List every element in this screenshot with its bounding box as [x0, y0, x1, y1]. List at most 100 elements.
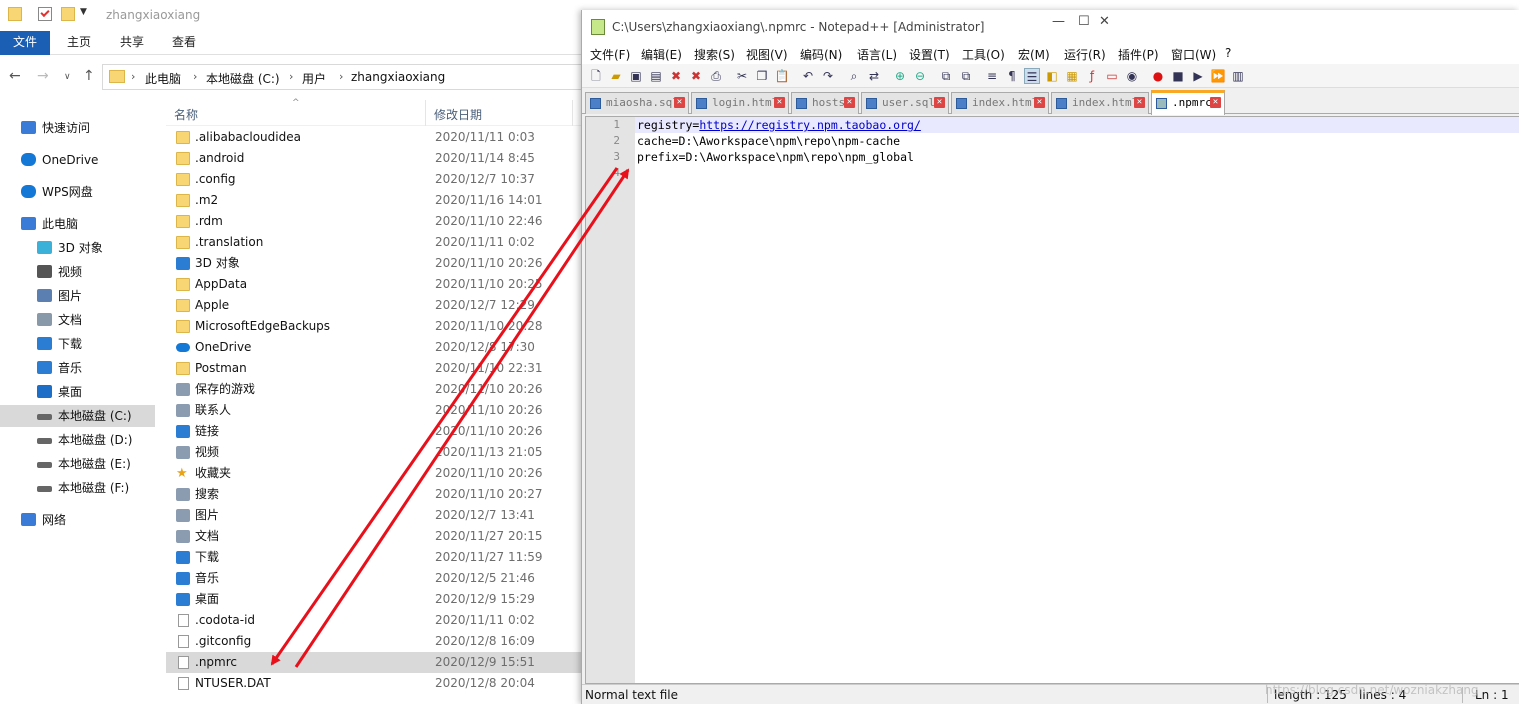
- editor-tab[interactable]: index.html ✕: [1051, 92, 1149, 114]
- editor-tab[interactable]: .npmrc ✕: [1151, 90, 1225, 115]
- stop-record-icon[interactable]: ■: [1170, 68, 1186, 84]
- menu-item[interactable]: 设置(T): [909, 46, 950, 63]
- file-row[interactable]: NTUSER.DAT 2020/12/8 20:04: [166, 673, 581, 694]
- recent-chevron-icon[interactable]: ∨: [64, 72, 71, 82]
- menu-item[interactable]: ?: [1225, 46, 1231, 60]
- breadcrumb-user-folder[interactable]: zhangxiaoxiang: [351, 70, 445, 84]
- nav-item[interactable]: 视频: [0, 261, 155, 283]
- menu-item[interactable]: 编码(N): [800, 46, 842, 63]
- nav-item[interactable]: 音乐: [0, 357, 155, 379]
- close-file-icon[interactable]: ✖: [668, 68, 684, 84]
- tab-close-icon[interactable]: ✕: [934, 97, 945, 108]
- file-row[interactable]: .rdm 2020/11/10 22:46: [166, 211, 581, 232]
- file-row[interactable]: MicrosoftEdgeBackups 2020/11/10 20:28: [166, 316, 581, 337]
- file-row[interactable]: OneDrive 2020/12/8 17:30: [166, 337, 581, 358]
- monitoring-icon[interactable]: ◉: [1124, 68, 1140, 84]
- text-editor[interactable]: 1 2 3 4 registry=https://registry.npm.taoba…: [585, 116, 1519, 684]
- tab-share[interactable]: 共享: [108, 31, 156, 55]
- column-divider[interactable]: [425, 100, 426, 126]
- back-arrow-icon[interactable]: ←: [9, 68, 21, 84]
- tab-home[interactable]: 主页: [55, 31, 103, 55]
- properties-icon[interactable]: [38, 7, 52, 21]
- nav-item[interactable]: 3D 对象: [0, 237, 155, 259]
- save-icon[interactable]: ▣: [628, 68, 644, 84]
- nav-item[interactable]: 此电脑: [0, 213, 155, 235]
- play-macro-icon[interactable]: ▶: [1190, 68, 1206, 84]
- file-row[interactable]: 视频 2020/11/13 21:05: [166, 442, 581, 463]
- file-row[interactable]: .android 2020/11/14 8:45: [166, 148, 581, 169]
- code-line[interactable]: cache=D:\Aworkspace\npm\repo\npm-cache: [637, 134, 900, 148]
- up-arrow-icon[interactable]: ↑: [83, 68, 95, 84]
- nav-item[interactable]: 文档: [0, 309, 155, 331]
- new-file-icon[interactable]: 🗋: [588, 68, 604, 84]
- minimize-icon[interactable]: —: [1052, 14, 1065, 29]
- open-file-icon[interactable]: ▰: [608, 68, 624, 84]
- editor-tab[interactable]: login.html ✕: [691, 92, 789, 114]
- zoom-in-icon[interactable]: ⊕: [892, 68, 908, 84]
- function-list-icon[interactable]: ƒ: [1084, 68, 1100, 84]
- word-wrap-icon[interactable]: ≡: [984, 68, 1000, 84]
- nav-item[interactable]: 本地磁盘 (F:): [0, 477, 155, 499]
- file-row[interactable]: 3D 对象 2020/11/10 20:26: [166, 253, 581, 274]
- file-row[interactable]: .translation 2020/11/11 0:02: [166, 232, 581, 253]
- sync-horizontal-icon[interactable]: ⧉: [958, 68, 974, 84]
- file-row[interactable]: .config 2020/12/7 10:37: [166, 169, 581, 190]
- breadcrumb-drive-c[interactable]: 本地磁盘 (C:): [206, 70, 280, 87]
- user-language-icon[interactable]: ◧: [1044, 68, 1060, 84]
- save-macro-icon[interactable]: ▥: [1230, 68, 1246, 84]
- file-row[interactable]: .alibabacloudidea 2020/11/11 0:03: [166, 127, 581, 148]
- menu-item[interactable]: 工具(O): [962, 46, 1005, 63]
- code-line[interactable]: prefix=D:\Aworkspace\npm\repo\npm_global: [637, 150, 914, 164]
- menu-item[interactable]: 文件(F): [590, 46, 630, 63]
- menu-item[interactable]: 插件(P): [1118, 46, 1159, 63]
- tab-close-icon[interactable]: ✕: [1034, 97, 1045, 108]
- tab-close-icon[interactable]: ✕: [1134, 97, 1145, 108]
- nav-item[interactable]: WPS网盘: [0, 181, 155, 203]
- editor-tab[interactable]: miaosha.sql ✕: [585, 92, 689, 114]
- show-all-chars-icon[interactable]: ¶: [1004, 68, 1020, 84]
- nav-item[interactable]: 快速访问: [0, 117, 155, 139]
- close-all-icon[interactable]: ✖: [688, 68, 704, 84]
- close-icon[interactable]: ✕: [1099, 14, 1110, 29]
- editor-tab[interactable]: user.sql ✕: [861, 92, 949, 114]
- tab-close-icon[interactable]: ✕: [674, 97, 685, 108]
- tab-file[interactable]: 文件: [0, 31, 50, 55]
- copy-icon[interactable]: ❐: [754, 68, 770, 84]
- file-row[interactable]: AppData 2020/11/10 20:25: [166, 274, 581, 295]
- chevron-down-icon[interactable]: ▼: [80, 7, 94, 21]
- nav-item[interactable]: 本地磁盘 (E:): [0, 453, 155, 475]
- menu-item[interactable]: 编辑(E): [641, 46, 682, 63]
- nav-item[interactable]: 本地磁盘 (D:): [0, 429, 155, 451]
- column-date-header[interactable]: 修改日期: [434, 106, 482, 123]
- file-row[interactable]: .codota-id 2020/11/11 0:02: [166, 610, 581, 631]
- nav-item[interactable]: OneDrive: [0, 149, 155, 171]
- sync-vertical-icon[interactable]: ⧉: [938, 68, 954, 84]
- tab-close-icon[interactable]: ✕: [844, 97, 855, 108]
- find-icon[interactable]: ⌕: [846, 68, 862, 84]
- menu-item[interactable]: 运行(R): [1064, 46, 1106, 63]
- column-name-header[interactable]: 名称: [174, 106, 198, 123]
- file-row[interactable]: ★ 收藏夹 2020/11/10 20:26: [166, 463, 581, 484]
- cut-icon[interactable]: ✂: [734, 68, 750, 84]
- zoom-out-icon[interactable]: ⊖: [912, 68, 928, 84]
- file-row[interactable]: 保存的游戏 2020/11/10 20:26: [166, 379, 581, 400]
- menu-item[interactable]: 视图(V): [746, 46, 788, 63]
- menu-item[interactable]: 搜索(S): [694, 46, 735, 63]
- record-macro-icon[interactable]: ●: [1150, 68, 1166, 84]
- file-row[interactable]: .gitconfig 2020/12/8 16:09: [166, 631, 581, 652]
- file-row[interactable]: 搜索 2020/11/10 20:27: [166, 484, 581, 505]
- column-divider[interactable]: [572, 100, 573, 126]
- run-macro-multiple-icon[interactable]: ⏩: [1210, 68, 1226, 84]
- file-row[interactable]: .npmrc 2020/12/9 15:51: [166, 652, 581, 673]
- print-icon[interactable]: ⎙: [708, 68, 724, 84]
- paste-icon[interactable]: 📋: [774, 68, 790, 84]
- forward-arrow-icon[interactable]: →: [37, 68, 49, 84]
- breadcrumb-users[interactable]: 用户: [302, 70, 326, 87]
- file-row[interactable]: 桌面 2020/12/9 15:29: [166, 589, 581, 610]
- file-row[interactable]: 链接 2020/11/10 20:26: [166, 421, 581, 442]
- undo-icon[interactable]: ↶: [800, 68, 816, 84]
- tab-close-icon[interactable]: ✕: [774, 97, 785, 108]
- replace-icon[interactable]: ⇄: [866, 68, 882, 84]
- menu-item[interactable]: 宏(M): [1018, 46, 1050, 63]
- editor-tab[interactable]: index.html ✕: [951, 92, 1049, 114]
